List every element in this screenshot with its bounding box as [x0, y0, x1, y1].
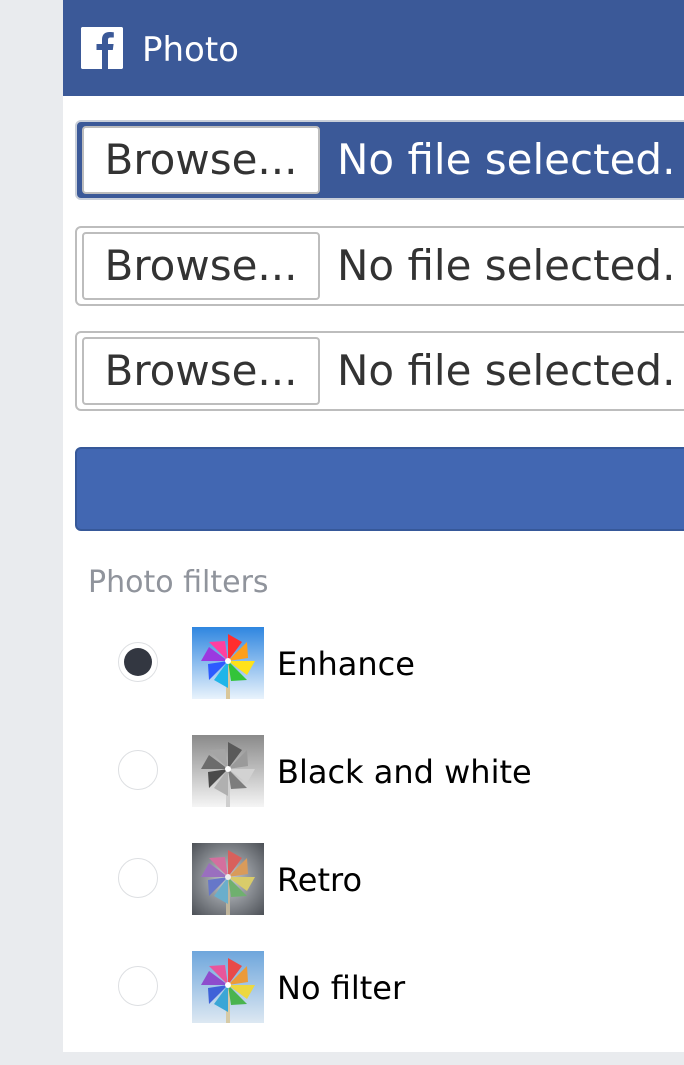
- radio-button[interactable]: [118, 966, 158, 1006]
- file-input-1[interactable]: Browse... No file selected.: [75, 120, 684, 200]
- file-status-text: No file selected.: [337, 241, 676, 290]
- filter-label: Black and white: [277, 753, 532, 791]
- photo-filters-heading: Photo filters: [88, 565, 269, 600]
- filter-label: Retro: [277, 861, 363, 899]
- browse-button[interactable]: Browse...: [82, 126, 320, 194]
- filter-option-no-filter[interactable]: No filter: [103, 947, 663, 1027]
- browse-button[interactable]: Browse...: [82, 232, 320, 300]
- upload-submit-bar[interactable]: [75, 447, 684, 531]
- pinwheel-no-filter-icon: [192, 951, 264, 1023]
- filter-option-black-and-white[interactable]: Black and white: [103, 731, 663, 811]
- pinwheel-retro-icon: [192, 843, 264, 915]
- radio-button[interactable]: [118, 750, 158, 790]
- file-status-text: No file selected.: [337, 346, 676, 395]
- radio-button-checked[interactable]: [118, 642, 158, 682]
- file-input-2[interactable]: Browse... No file selected.: [75, 226, 684, 306]
- dialog-header: Photo: [63, 0, 684, 96]
- file-input-3[interactable]: Browse... No file selected.: [75, 331, 684, 411]
- filter-label: No filter: [277, 969, 406, 1007]
- browse-button[interactable]: Browse...: [82, 337, 320, 405]
- filter-option-retro[interactable]: Retro: [103, 839, 663, 919]
- filter-option-enhance[interactable]: Enhance: [103, 623, 663, 703]
- file-status-text: No file selected.: [337, 135, 676, 184]
- radio-button[interactable]: [118, 858, 158, 898]
- facebook-logo-icon: [81, 27, 123, 69]
- photo-dialog: Photo Browse... No file selected. Browse…: [63, 0, 684, 1052]
- pinwheel-black-and-white-icon: [192, 735, 264, 807]
- filter-label: Enhance: [277, 645, 415, 683]
- pinwheel-enhance-icon: [192, 627, 264, 699]
- dialog-title: Photo: [142, 30, 239, 70]
